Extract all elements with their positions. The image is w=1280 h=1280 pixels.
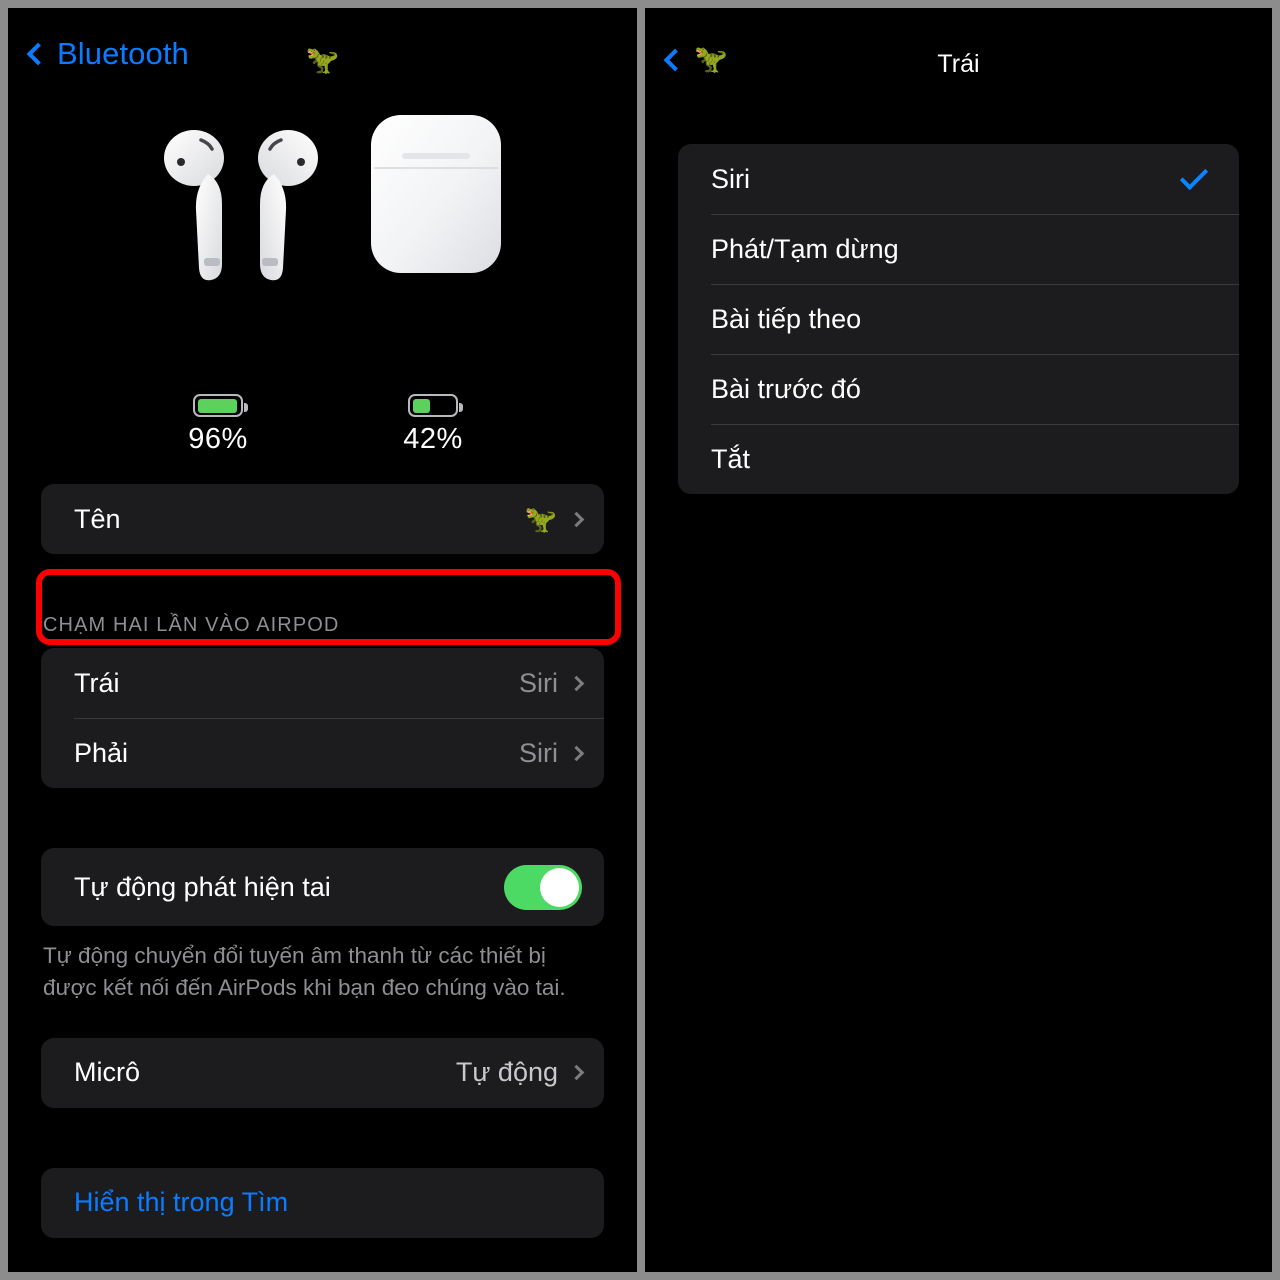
battery-fill: [197, 398, 237, 413]
left-phone-screen: Bluetooth 🦖 96% 42% Tên 🦖 CHẠM HAI LẦN V…: [8, 8, 637, 1272]
double-tap-section-header: CHẠM HAI LẦN VÀO AIRPOD: [43, 614, 340, 636]
row-left-airpod-value: Siri: [519, 667, 558, 698]
row-name-label: Tên: [74, 503, 121, 534]
row-ear-detection[interactable]: Tự động phát hiện tai: [41, 848, 604, 926]
double-tap-action-options-group: Siri Phát/Tạm dừng Bài tiếp theo Bài trư…: [678, 144, 1239, 494]
battery-icon: [408, 394, 463, 417]
option-play-pause[interactable]: Phát/Tạm dừng: [678, 214, 1239, 284]
row-right-airpod[interactable]: Phải Siri: [41, 718, 604, 788]
dinosaur-icon: 🦖: [524, 503, 557, 534]
option-off-label: Tắt: [711, 443, 751, 474]
back-to-device-button[interactable]: 🦖: [663, 44, 728, 74]
chevron-right-icon: [568, 511, 585, 527]
option-siri[interactable]: Siri: [678, 144, 1239, 214]
name-group: Tên 🦖: [41, 484, 604, 554]
ear-detection-toggle[interactable]: [504, 864, 582, 910]
left-nav-bar: Bluetooth 🦖: [8, 8, 637, 104]
page-title: Trái: [937, 50, 980, 78]
dual-screenshot-container: Bluetooth 🦖 96% 42% Tên 🦖 CHẠM HAI LẦN V…: [0, 0, 1280, 1280]
chevron-right-icon: [568, 1065, 585, 1081]
back-button-label: Bluetooth: [57, 36, 189, 71]
option-next-track-label: Bài tiếp theo: [711, 303, 862, 334]
earbuds-battery: 96%: [148, 394, 288, 456]
chevron-left-icon: [26, 42, 50, 66]
row-right-airpod-label: Phải: [74, 737, 129, 768]
option-play-pause-label: Phát/Tạm dừng: [711, 233, 899, 264]
back-to-bluetooth-button[interactable]: Bluetooth: [26, 36, 189, 72]
right-nav-bar: 🦖 Trái: [645, 8, 1272, 120]
checkmark-icon: [1179, 161, 1209, 191]
battery-indicators: 96% 42%: [8, 394, 637, 484]
chevron-left-icon: [663, 48, 687, 71]
find-my-group: Hiển thị trong Tìm: [41, 1167, 604, 1238]
toggle-knob: [540, 867, 579, 907]
row-show-in-find-my-label: Hiển thị trong Tìm: [74, 1187, 289, 1218]
earbuds-battery-label: 96%: [188, 423, 248, 455]
chevron-right-icon: [568, 745, 585, 761]
row-left-airpod[interactable]: Trái Siri: [41, 648, 604, 718]
row-name[interactable]: Tên 🦖: [41, 484, 604, 554]
option-previous-track[interactable]: Bài trước đó: [678, 354, 1239, 424]
chevron-right-icon: [568, 675, 585, 691]
option-next-track[interactable]: Bài tiếp theo: [678, 284, 1239, 354]
option-siri-label: Siri: [711, 163, 750, 194]
row-microphone-value: Tự động: [455, 1057, 558, 1088]
dinosaur-icon: 🦖: [305, 45, 340, 75]
row-right-airpod-value: Siri: [519, 737, 558, 768]
ear-detection-group: Tự động phát hiện tai: [41, 848, 604, 926]
airpods-hero-image: [8, 104, 637, 394]
microphone-group: Micrô Tự động: [41, 1037, 604, 1108]
row-ear-detection-label: Tự động phát hiện tai: [74, 871, 331, 902]
option-previous-track-label: Bài trước đó: [711, 373, 861, 404]
battery-icon: [193, 394, 248, 417]
case-battery: 42%: [363, 394, 503, 456]
row-microphone[interactable]: Micrô Tự động: [41, 1038, 604, 1108]
option-off[interactable]: Tắt: [678, 424, 1239, 494]
double-tap-group: Trái Siri Phải Siri: [41, 648, 604, 788]
case-battery-label: 42%: [403, 423, 463, 455]
row-left-airpod-label: Trái: [74, 667, 120, 698]
row-microphone-label: Micrô: [74, 1057, 140, 1088]
airpods-earbuds-illustration: [164, 130, 318, 281]
ear-detection-footnote: Tự động chuyển đổi tuyến âm thanh từ các…: [43, 943, 566, 1000]
airpods-case-illustration: [371, 115, 501, 273]
battery-fill: [412, 398, 430, 413]
dinosaur-icon: 🦖: [694, 44, 728, 74]
right-phone-screen: 🦖 Trái Siri Phát/Tạm dừng Bài tiếp theo …: [645, 8, 1272, 1272]
row-show-in-find-my[interactable]: Hiển thị trong Tìm: [41, 1168, 604, 1238]
